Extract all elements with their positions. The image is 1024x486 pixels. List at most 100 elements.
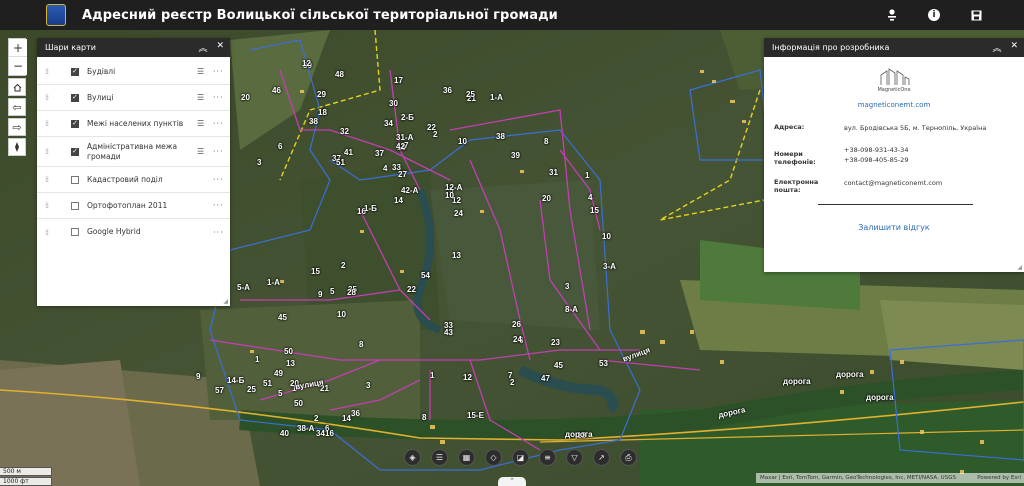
layer-checkbox[interactable]: ✓ xyxy=(71,147,79,156)
legend-icon[interactable]: ☰ xyxy=(197,67,204,76)
share-icon[interactable]: ↗ xyxy=(593,449,610,466)
zoom-out-button[interactable]: − xyxy=(9,57,27,75)
more-options-icon[interactable]: ··· xyxy=(213,67,224,76)
drag-handle-icon[interactable]: ⁞⁞ xyxy=(45,147,51,156)
house-number-label: 47 xyxy=(541,374,550,383)
scale-bar-imperial: 1000 фт xyxy=(0,477,52,486)
house-number-label: 5 xyxy=(278,389,283,398)
drag-handle-icon[interactable]: ⁞⁞ xyxy=(45,175,51,184)
legend-icon[interactable]: ≡ xyxy=(539,449,556,466)
info-icon[interactable]: i xyxy=(926,7,942,23)
layer-label: Адміністративна межа громади xyxy=(87,141,178,161)
feedback-link[interactable]: Залишити відгук xyxy=(774,223,1014,232)
house-number-label: 2-Б xyxy=(401,113,414,122)
resize-handle-icon[interactable]: ◢ xyxy=(223,298,228,305)
house-number-label: 34 xyxy=(316,429,325,438)
house-number-label: 17 xyxy=(394,76,403,85)
filter-icon[interactable]: ▽ xyxy=(566,449,583,466)
house-number-label: 30 xyxy=(389,99,398,108)
layer-item-settlement-bounds[interactable]: ⁞⁞ ✓ Межі населених пунктів ☰ ··· xyxy=(37,111,230,137)
layer-item-cadastral[interactable]: ⁞⁞ Кадастровий поділ ··· xyxy=(37,167,230,193)
list-icon[interactable]: ☰ xyxy=(431,449,448,466)
app-title: Адресний реєстр Волицької сільської тери… xyxy=(82,7,558,23)
layer-item-google-hybrid[interactable]: ⁞⁞ Google Hybrid ··· xyxy=(37,219,230,245)
layers-icon[interactable]: ◈ xyxy=(404,449,421,466)
drag-handle-icon[interactable]: ⁞⁞ xyxy=(45,93,51,102)
home-button[interactable] xyxy=(8,78,26,96)
layer-checkbox[interactable] xyxy=(71,201,79,210)
compass-button[interactable] xyxy=(8,138,26,156)
address-label: Адреса: xyxy=(774,123,805,131)
layer-checkbox[interactable] xyxy=(71,228,79,236)
layer-checkbox[interactable]: ✓ xyxy=(71,67,79,76)
house-number-label: 42-А xyxy=(401,186,419,195)
save-icon[interactable] xyxy=(968,7,984,23)
layer-item-streets[interactable]: ⁞⁞ ✓ Вулиці ☰ ··· xyxy=(37,85,230,111)
website-link[interactable]: magneticonemt.com xyxy=(774,101,1014,109)
user-icon[interactable] xyxy=(884,7,900,23)
house-number-label: 6 xyxy=(278,142,283,151)
more-options-icon[interactable]: ··· xyxy=(213,93,224,102)
resize-handle-icon[interactable]: ◢ xyxy=(1017,264,1022,271)
email-row: Електронна пошта: contact@magneticonemt.… xyxy=(774,178,1014,194)
bookmark-icon[interactable]: ◇ xyxy=(485,449,502,466)
legend-icon[interactable]: ☰ xyxy=(197,119,204,128)
house-number-label: 36 xyxy=(443,86,452,95)
info-panel-title: Інформація про розробника xyxy=(772,43,890,52)
layer-label: Кадастровий поділ xyxy=(87,174,163,184)
layer-label: Будівлі xyxy=(87,66,116,76)
back-extent-button[interactable]: ⇦ xyxy=(8,98,26,116)
house-number-label: 20 xyxy=(241,93,250,102)
house-number-label: 25 xyxy=(466,90,475,99)
layers-panel: Шари карти ︽ ✕ ⁞⁞ ✓ Будівлі ☰ ··· ⁞⁞ ✓ В… xyxy=(37,38,230,306)
house-number-label: 31-А xyxy=(396,133,414,142)
house-number-label: 5 xyxy=(330,287,335,296)
house-number-label: 37 xyxy=(375,149,384,158)
house-number-label: 22 xyxy=(407,285,416,294)
more-options-icon[interactable]: ··· xyxy=(213,228,224,237)
legend-icon[interactable]: ☰ xyxy=(197,147,204,156)
house-number-label: 3 xyxy=(366,381,371,390)
collapse-icon[interactable]: ︽ xyxy=(992,41,1001,54)
phone-2[interactable]: +38-098-405-85-29 xyxy=(844,155,1014,165)
house-number-label: 2 xyxy=(314,414,319,423)
more-options-icon[interactable]: ··· xyxy=(213,147,224,156)
layer-item-buildings[interactable]: ⁞⁞ ✓ Будівлі ☰ ··· xyxy=(37,59,230,85)
map-attribution: Maxar | Esri, TomTom, Garmin, GeoTechnol… xyxy=(756,473,1024,483)
close-icon[interactable]: ✕ xyxy=(1010,41,1018,54)
home-icon xyxy=(13,83,21,91)
measure-icon[interactable]: ◪ xyxy=(512,449,529,466)
drag-handle-icon[interactable]: ⁞⁞ xyxy=(45,119,51,128)
layer-item-orthophoto[interactable]: ⁞⁞ Ортофотоплан 2011 ··· xyxy=(37,193,230,219)
powered-by-esri[interactable]: Powered by Esri xyxy=(977,473,1021,483)
more-options-icon[interactable]: ··· xyxy=(213,201,224,210)
developer-logo: MagneticOne xyxy=(869,67,919,97)
print-icon[interactable]: ⎙ xyxy=(620,449,637,466)
house-number-label: 1 xyxy=(430,371,435,380)
more-options-icon[interactable]: ··· xyxy=(213,175,224,184)
zoom-in-button[interactable]: + xyxy=(9,39,27,57)
close-icon[interactable]: ✕ xyxy=(216,41,224,54)
basemap-gallery-icon[interactable]: ▦ xyxy=(458,449,475,466)
drag-handle-icon[interactable]: ⁞⁞ xyxy=(45,228,51,237)
house-number-label: 2 xyxy=(341,261,346,270)
house-number-label: 13 xyxy=(452,251,461,260)
house-number-label: 43 xyxy=(444,328,453,337)
layer-checkbox[interactable] xyxy=(71,175,79,184)
layer-checkbox[interactable]: ✓ xyxy=(71,93,79,102)
more-options-icon[interactable]: ··· xyxy=(213,119,224,128)
drag-handle-icon[interactable]: ⁞⁞ xyxy=(45,201,51,210)
phone-1[interactable]: +38-098-931-43-34 xyxy=(844,145,1014,155)
forward-extent-button[interactable]: ⇨ xyxy=(8,118,26,136)
layer-checkbox[interactable]: ✓ xyxy=(71,119,79,128)
legend-icon[interactable]: ☰ xyxy=(197,93,204,102)
layer-item-admin-boundary[interactable]: ⁞⁞ ✓ Адміністративна межа громади ☰ ··· xyxy=(37,137,230,167)
house-number-label: 16 xyxy=(325,429,334,438)
house-number-label: 15 xyxy=(311,267,320,276)
developer-info-panel: Інформація про розробника ︽ ✕ MagneticOn… xyxy=(764,38,1024,272)
house-number-label: 1-А xyxy=(490,93,503,102)
expand-toolbar-button[interactable]: ⌃ xyxy=(498,477,526,486)
collapse-icon[interactable]: ︽ xyxy=(198,41,207,54)
drag-handle-icon[interactable]: ⁞⁞ xyxy=(45,67,51,76)
email-value[interactable]: contact@magneticonemt.com xyxy=(844,178,1014,194)
